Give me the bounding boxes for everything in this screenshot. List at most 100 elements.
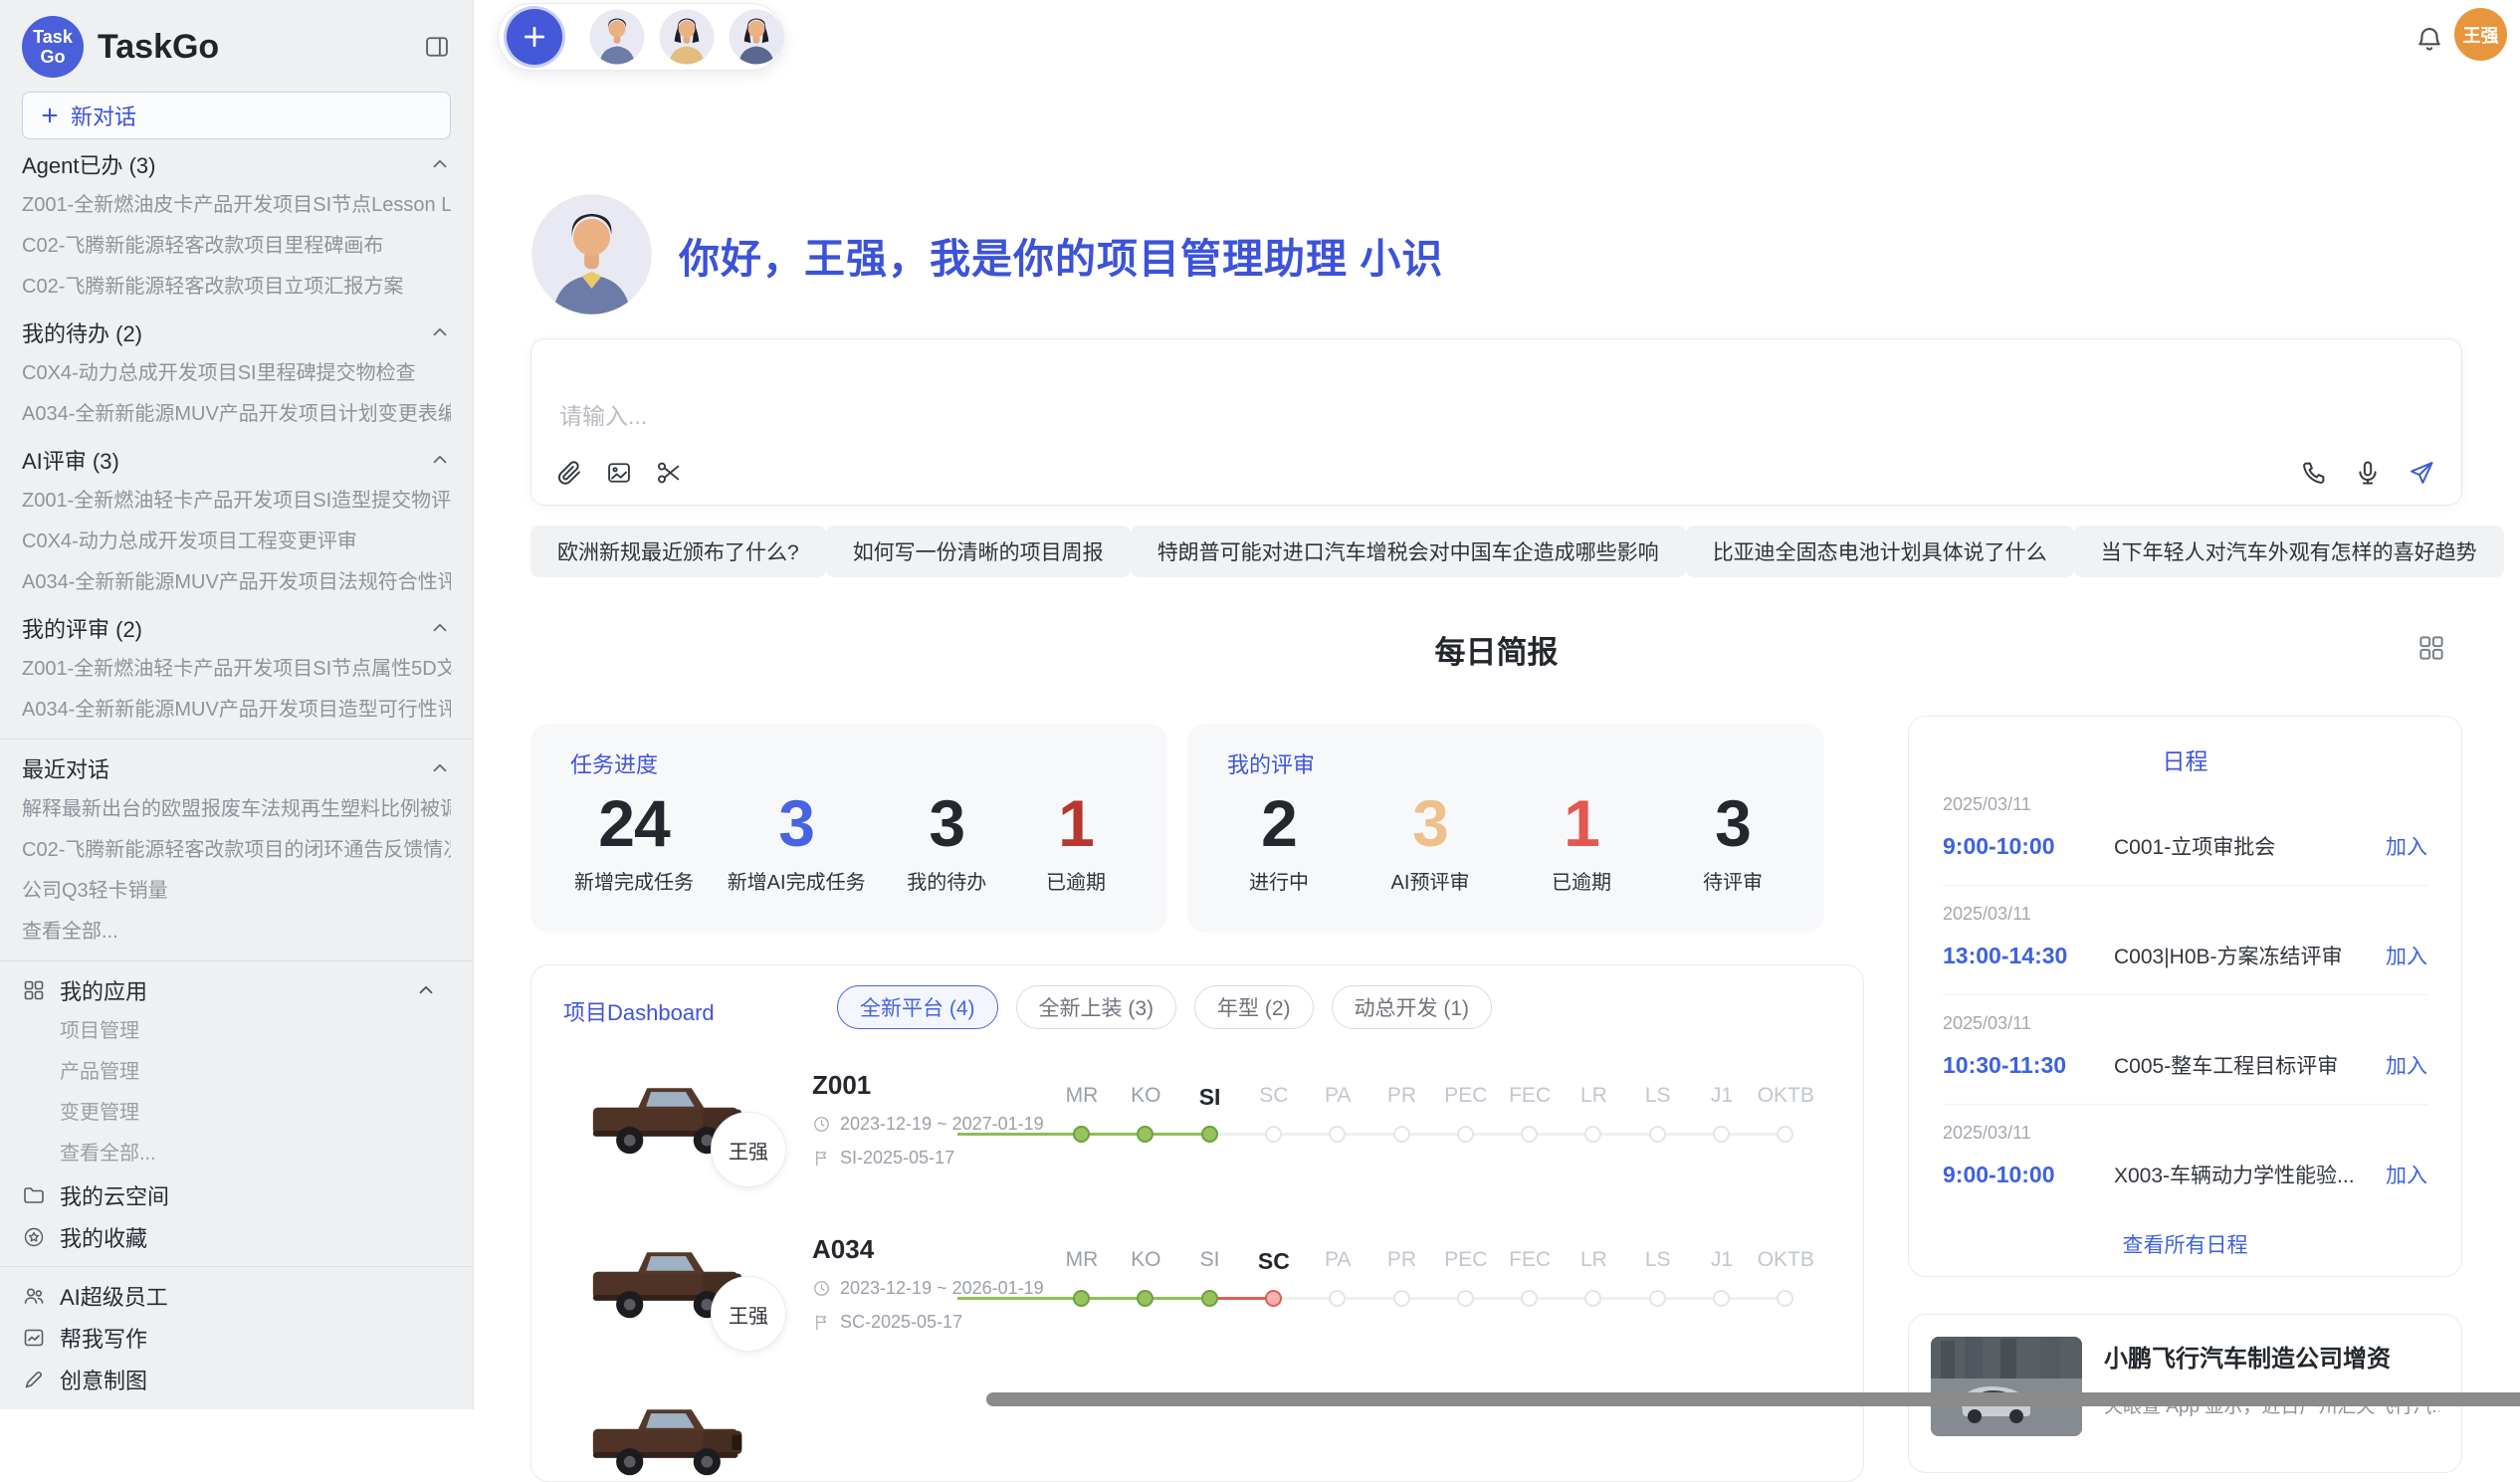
session-avatar-2[interactable]: [659, 9, 715, 65]
app-title: TaskGo: [98, 28, 423, 67]
join-link[interactable]: 加入: [2386, 1050, 2427, 1080]
stat-value: 3: [1382, 789, 1478, 858]
app-sub-item[interactable]: 项目管理: [22, 1011, 451, 1052]
chat-input[interactable]: [557, 395, 1756, 445]
dashboard-tab[interactable]: 全新平台 (4): [837, 985, 998, 1029]
session-avatar-1[interactable]: [589, 9, 645, 65]
suggestion-chip[interactable]: 特朗普可能对进口汽车增税会对中国车企造成哪些影响: [1131, 526, 1686, 577]
add-session-button[interactable]: [507, 9, 562, 65]
sidebar-task-item[interactable]: Z001-全新燃油轻卡产品开发项目SI节点属性5D文件评审: [22, 649, 451, 690]
dashboard-tab[interactable]: 全新上装 (3): [1016, 985, 1177, 1029]
sidebar-tool[interactable]: 创意制图: [22, 1359, 451, 1400]
sidebar-tool[interactable]: AI超级员工: [22, 1275, 451, 1317]
sidebar-task-item[interactable]: C02-飞腾新能源轻客改款项目立项汇报方案: [22, 267, 451, 308]
section-title: 最近对话: [22, 752, 429, 784]
sidebar-task-item[interactable]: Z001-全新燃油轻卡产品开发项目SI造型提交物评审: [22, 481, 451, 522]
flag-icon: [812, 1313, 831, 1332]
plus-icon: [520, 22, 549, 52]
sidebar-section-header[interactable]: 我的评审 (2): [22, 607, 451, 649]
join-link[interactable]: 加入: [2386, 1160, 2427, 1189]
schedule-date: 2025/03/11: [1943, 794, 2427, 815]
schedule-view-all-link[interactable]: 查看所有日程: [1943, 1229, 2427, 1259]
sidebar-task-item[interactable]: A034-全新新能源MUV产品开发项目计划变更表编写: [22, 394, 451, 435]
suggestion-chip[interactable]: 比亚迪全固态电池计划具体说了什么: [1686, 526, 2074, 577]
project-row[interactable]: 王强 Z001 2023-12-19 ~ 2027-01-19 SI-2025-…: [531, 1050, 1863, 1214]
sidebar-task-item[interactable]: C02-飞腾新能源轻客改款项目里程碑画布: [22, 226, 451, 267]
project-rows: 王强 Z001 2023-12-19 ~ 2027-01-19 SI-2025-…: [531, 1050, 1863, 1482]
sidebar-section-header[interactable]: 我的待办 (2): [22, 312, 451, 353]
recent-chat-item[interactable]: 解释最新出台的欧盟报废车法规再生塑料比例被调至15%...: [22, 789, 451, 830]
schedule-list: 2025/03/11 9:00-10:00 C001-立项审批会 加入 2025…: [1943, 776, 2427, 1213]
milestone-timeline: MRKOSISCPAPRPECFECLRLSJ1OKTB: [957, 1084, 1853, 1173]
sidebar: Task Go TaskGo 新对话 Agent已办 (3) Z001-全新燃油…: [0, 0, 474, 1409]
sidebar-section-header[interactable]: Agent已办 (3): [22, 143, 451, 185]
app-sub-item[interactable]: 产品管理: [22, 1052, 451, 1093]
phone-icon[interactable]: [2300, 459, 2328, 487]
milestone-dot: [1521, 1126, 1538, 1143]
tool-label: AI超级员工: [60, 1280, 451, 1312]
image-icon[interactable]: [605, 459, 633, 487]
clock-icon: [812, 1279, 831, 1298]
send-icon[interactable]: [2408, 459, 2435, 487]
join-link[interactable]: 加入: [2386, 941, 2427, 970]
user-avatar[interactable]: 王强: [2454, 8, 2507, 61]
chat-input-card: [530, 338, 2462, 506]
app-sub-item[interactable]: 查看全部...: [22, 1134, 451, 1174]
sidebar-task-item[interactable]: Z001-全新燃油皮卡产品开发项目SI节点Lesson Learn报告: [22, 185, 451, 226]
stat-label: 新增完成任务: [574, 866, 694, 895]
my-apps-header[interactable]: 我的应用: [22, 969, 451, 1011]
dashboard-tab[interactable]: 动总开发 (1): [1332, 985, 1493, 1029]
schedule-time: 9:00-10:00: [1943, 1162, 2114, 1188]
new-chat-label: 新对话: [71, 100, 136, 131]
milestone-dot: [1457, 1126, 1474, 1143]
stat-label: AI预评审: [1382, 866, 1478, 895]
sidebar-section-header[interactable]: AI评审 (3): [22, 439, 451, 481]
attachment-icon[interactable]: [555, 459, 583, 487]
stats-columns: 24 新增完成任务 3 新增AI完成任务 3 我的待办 1 已逾期: [570, 789, 1128, 895]
recent-chat-item[interactable]: C02-飞腾新能源轻客改款项目的闭环通告反馈情况: [22, 830, 451, 871]
milestone-dot: [1201, 1290, 1218, 1307]
sidebar-shortcut[interactable]: 我的云空间: [22, 1174, 451, 1216]
layout-grid-icon[interactable]: [2416, 633, 2446, 663]
dashboard-title: 项目Dashboard: [563, 995, 715, 1027]
sidebar-task-item[interactable]: A034-全新新能源MUV产品开发项目法规符合性评审: [22, 562, 451, 603]
recent-chat-item[interactable]: 查看全部...: [22, 912, 451, 953]
app-sub-item[interactable]: 变更管理: [22, 1093, 451, 1134]
microphone-icon[interactable]: [2354, 459, 2382, 487]
new-chat-button[interactable]: 新对话: [22, 92, 451, 139]
suggestion-chip[interactable]: 如何写一份清晰的项目周报: [826, 526, 1131, 577]
recent-chats-header[interactable]: 最近对话: [22, 747, 451, 789]
sidebar-collapse-icon[interactable]: [423, 33, 451, 61]
chevron-up-icon: [429, 617, 451, 639]
star-icon: [22, 1225, 46, 1249]
join-link[interactable]: 加入: [2386, 831, 2427, 861]
horizontal-scrollbar-thumb[interactable]: [986, 1392, 2520, 1406]
dashboard-tab[interactable]: 年型 (2): [1194, 985, 1314, 1029]
schedule-time: 13:00-14:30: [1943, 943, 2114, 969]
sidebar-task-item[interactable]: A034-全新新能源MUV产品开发项目造型可行性评审: [22, 690, 451, 731]
stat: 1 已逾期: [1534, 789, 1629, 895]
owner-badge: 王强: [711, 1112, 786, 1187]
suggestion-chip[interactable]: 欧洲新规最近颁布了什么?: [530, 526, 826, 577]
sidebar-task-item[interactable]: C0X4-动力总成开发项目SI里程碑提交物检查: [22, 353, 451, 394]
stats-card-title: 我的评审: [1227, 747, 1785, 779]
stat: 24 新增完成任务: [574, 789, 694, 895]
divider: [0, 1266, 473, 1267]
sidebar-task-item[interactable]: C0X4-动力总成开发项目工程变更评审: [22, 522, 451, 562]
suggestion-chip[interactable]: 当下年轻人对汽车外观有怎样的喜好趋势: [2074, 526, 2504, 577]
session-avatar-3[interactable]: [729, 9, 784, 65]
project-row[interactable]: 王强 A034 2023-12-19 ~ 2026-01-19 SC-2025-…: [531, 1214, 1863, 1378]
notification-bell-icon[interactable]: [2415, 24, 2444, 54]
scissors-icon[interactable]: [655, 459, 683, 487]
sidebar-tool[interactable]: 帮我写作: [22, 1317, 451, 1359]
stat-value: 3: [899, 789, 994, 858]
schedule-item: 2025/03/11 9:00-10:00 X003-车辆动力学性能验... 加…: [1943, 1105, 2427, 1213]
stat-value: 3: [1685, 789, 1781, 858]
recent-chat-item[interactable]: 公司Q3轻卡销量: [22, 871, 451, 912]
horizontal-scrollbar-track: [986, 1392, 2520, 1406]
sidebar-shortcut[interactable]: 我的收藏: [22, 1216, 451, 1258]
milestone-dot: [1393, 1126, 1410, 1143]
stat: 3 我的待办: [899, 789, 994, 895]
input-left-icons: [555, 459, 683, 487]
shortcut-label: 我的收藏: [60, 1221, 451, 1253]
